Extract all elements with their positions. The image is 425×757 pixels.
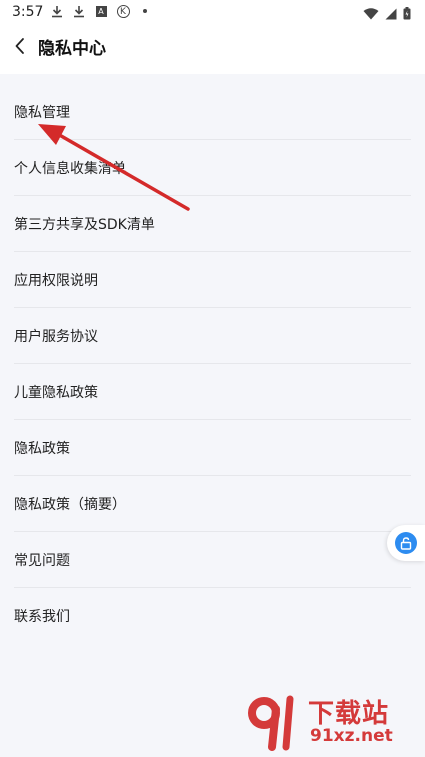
page-title: 隐私中心 <box>38 39 106 59</box>
signal-icon <box>385 5 397 24</box>
menu-item-user-agreement[interactable]: 用户服务协议 <box>14 308 411 364</box>
watermark-title: 下载站 <box>308 699 390 729</box>
menu-item-faq[interactable]: 常见问题 <box>14 532 411 588</box>
menu-item-privacy-management[interactable]: 隐私管理 <box>14 84 411 140</box>
app-a-icon: A <box>94 4 108 18</box>
floating-lock-button[interactable] <box>387 525 425 561</box>
privacy-menu-list: 隐私管理 个人信息收集清单 第三方共享及SDK清单 应用权限说明 用户服务协议 … <box>0 84 425 644</box>
status-time: 3:57 <box>12 4 44 20</box>
menu-item-third-party-sdk-list[interactable]: 第三方共享及SDK清单 <box>14 196 411 252</box>
download-icon <box>50 4 64 18</box>
back-button[interactable] <box>6 32 34 60</box>
watermark-logo-icon <box>248 695 294 751</box>
menu-item-children-privacy-policy[interactable]: 儿童隐私政策 <box>14 364 411 420</box>
notification-icons: A K <box>50 4 152 18</box>
menu-item-personal-info-list[interactable]: 个人信息收集清单 <box>14 140 411 196</box>
battery-icon <box>403 5 411 24</box>
status-bar: 3:57 A K <box>0 0 425 24</box>
menu-item-contact-us[interactable]: 联系我们 <box>14 588 411 644</box>
chevron-left-icon <box>15 38 24 54</box>
unlock-icon <box>395 532 417 554</box>
app-k-icon: K <box>116 4 130 18</box>
watermark: 下载站 91xz.net <box>246 693 421 751</box>
app-header: 隐私中心 <box>0 24 425 74</box>
menu-item-privacy-policy-summary[interactable]: 隐私政策（摘要） <box>14 476 411 532</box>
watermark-url: 91xz.net <box>310 726 393 746</box>
more-notifications-dot-icon <box>138 4 152 18</box>
menu-item-app-permissions[interactable]: 应用权限说明 <box>14 252 411 308</box>
system-icons <box>363 5 411 24</box>
wifi-icon <box>363 5 379 24</box>
menu-item-privacy-policy[interactable]: 隐私政策 <box>14 420 411 476</box>
download-icon <box>72 4 86 18</box>
